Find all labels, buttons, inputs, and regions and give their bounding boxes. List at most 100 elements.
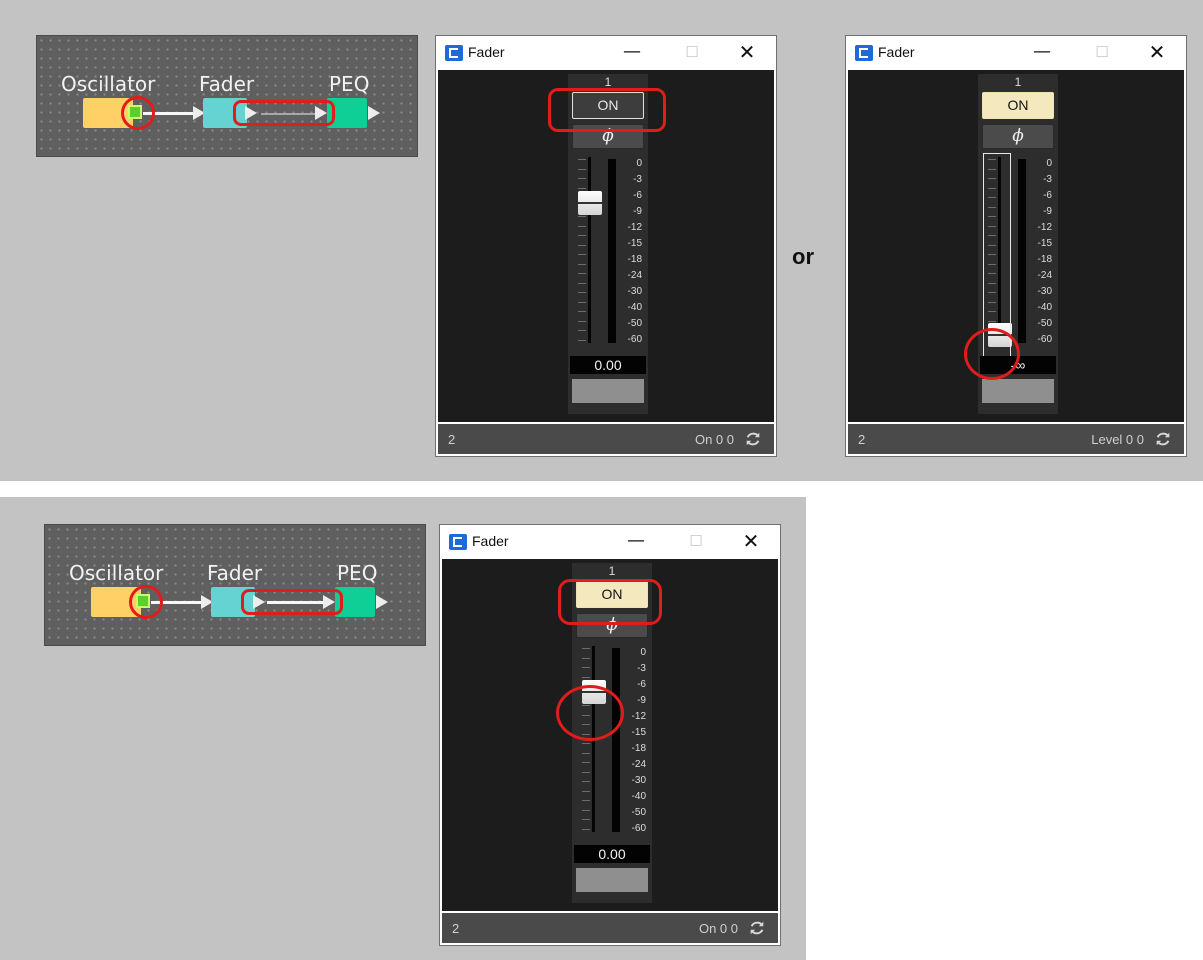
fader-tick bbox=[578, 330, 586, 331]
meter-scale-label: -30 bbox=[1037, 286, 1052, 297]
channel-number: 1 bbox=[1014, 75, 1022, 89]
fader-area: 0 -3 -6 -9 -12 -15 -18 -24 -30 -40 -50 -60 bbox=[574, 642, 650, 842]
meter-scale-label: -15 bbox=[627, 238, 642, 249]
fader-tick bbox=[578, 225, 586, 227]
signal-flow-diagram-top[interactable]: Oscillator Fader PEQ bbox=[36, 35, 418, 157]
meter-scale-label: -40 bbox=[627, 302, 642, 313]
app-logo-icon bbox=[855, 45, 873, 61]
meter-scale-labels: 0 -3 -6 -9 -12 -15 -18 -24 -30 -40 -50 -60 bbox=[616, 159, 646, 345]
meter-scale-label: -3 bbox=[637, 663, 646, 674]
fader-value-field[interactable]: 0.00 bbox=[574, 845, 650, 863]
meter-scale-label: -3 bbox=[1043, 174, 1052, 185]
refresh-icon[interactable] bbox=[748, 919, 766, 937]
meter-scale-label: -18 bbox=[627, 254, 642, 265]
app-logo-icon bbox=[449, 534, 467, 550]
meter-scale-label: -50 bbox=[1037, 318, 1052, 329]
highlight-fader-output-wire bbox=[233, 100, 335, 126]
fader-tick bbox=[578, 244, 586, 246]
fader-tick bbox=[582, 828, 590, 830]
status-bar: 2 Level 0 0 bbox=[848, 424, 1184, 454]
minimize-button[interactable]: — bbox=[1029, 40, 1055, 64]
meter-scale-label: -18 bbox=[631, 743, 646, 754]
meter-scale-label: -9 bbox=[637, 695, 646, 706]
fader-tick bbox=[582, 752, 590, 754]
channel-name-field[interactable] bbox=[572, 379, 644, 403]
title-bar[interactable]: Fader — ☐ ✕ bbox=[440, 525, 780, 559]
meter-scale-label: -40 bbox=[631, 791, 646, 802]
peq-label: PEQ bbox=[337, 561, 378, 585]
meter-scale-label: -6 bbox=[633, 190, 642, 201]
fader-tick bbox=[582, 743, 590, 744]
highlight-oscillator-port bbox=[121, 96, 155, 130]
fader-tick bbox=[582, 648, 590, 649]
status-left-text: 2 bbox=[858, 432, 866, 447]
close-button[interactable]: ✕ bbox=[738, 529, 764, 553]
fader-tick bbox=[578, 254, 586, 255]
fader-knob[interactable] bbox=[578, 191, 602, 215]
meter-scale-label: -12 bbox=[1037, 222, 1052, 233]
maximize-button[interactable]: ☐ bbox=[1089, 40, 1115, 64]
phase-invert-button[interactable]: ϕ bbox=[982, 124, 1054, 149]
refresh-icon[interactable] bbox=[744, 430, 762, 448]
highlight-on-button bbox=[558, 579, 662, 625]
meter-scale-label: -12 bbox=[627, 222, 642, 233]
fader-tick bbox=[578, 263, 586, 265]
maximize-button[interactable]: ☐ bbox=[679, 40, 705, 64]
fader-tick bbox=[582, 657, 590, 659]
fader-tick bbox=[578, 339, 586, 341]
meter-scale-label: 0 bbox=[1046, 158, 1052, 169]
close-button[interactable]: ✕ bbox=[734, 40, 760, 64]
meter-scale-label: -60 bbox=[1037, 334, 1052, 345]
or-separator-text: or bbox=[792, 244, 814, 269]
title-bar[interactable]: Fader — ☐ ✕ bbox=[846, 36, 1186, 70]
fader-tick bbox=[578, 311, 586, 312]
meter-scale-label: -18 bbox=[1037, 254, 1052, 265]
fader-window-3[interactable]: Fader — ☐ ✕ 1 ON ϕ 0 -3 -6 -9 -12 -15 -18 -24 -3… bbox=[439, 524, 781, 946]
oscillator-label: Oscillator bbox=[69, 561, 164, 585]
fader-area: 0 -3 -6 -9 -12 -15 -18 -24 -30 -40 -50 -60 bbox=[980, 153, 1056, 367]
meter-scale-label: -30 bbox=[631, 775, 646, 786]
close-button[interactable]: ✕ bbox=[1144, 40, 1170, 64]
status-right-text: Level 0 0 bbox=[1091, 432, 1144, 447]
meter-scale-label: -60 bbox=[627, 334, 642, 345]
fader-tick bbox=[582, 790, 590, 792]
fader-window-1[interactable]: Fader — ☐ ✕ 1 ON ϕ 0 -3 -6 -9 -12 -15 -18 -24 -3… bbox=[435, 35, 777, 457]
minimize-button[interactable]: — bbox=[619, 40, 645, 64]
refresh-icon[interactable] bbox=[1154, 430, 1172, 448]
meter-scale-label: -3 bbox=[633, 174, 642, 185]
meter-scale-label: -30 bbox=[627, 286, 642, 297]
fader-tick bbox=[578, 178, 586, 179]
meter-scale-label: -9 bbox=[633, 206, 642, 217]
meter-scale-labels: 0 -3 -6 -9 -12 -15 -18 -24 -30 -40 -50 -60 bbox=[1026, 158, 1056, 345]
title-bar[interactable]: Fader — ☐ ✕ bbox=[436, 36, 776, 70]
meter-scale-label: -15 bbox=[631, 727, 646, 738]
highlight-fader-knob bbox=[556, 685, 624, 741]
fader-tick bbox=[578, 235, 586, 236]
meter-scale-label: -60 bbox=[631, 823, 646, 834]
app-logo-icon bbox=[445, 45, 463, 61]
status-bar: 2 On 0 0 bbox=[442, 913, 778, 943]
fader-tick bbox=[578, 282, 586, 284]
meter-scale-label: -50 bbox=[631, 807, 646, 818]
fader-area: 0 -3 -6 -9 -12 -15 -18 -24 -30 -40 -50 -60 bbox=[570, 153, 646, 353]
window-title: Fader bbox=[472, 533, 509, 549]
meter-scale-label: -50 bbox=[627, 318, 642, 329]
maximize-button[interactable]: ☐ bbox=[683, 529, 709, 553]
meter-scale-label: -15 bbox=[1037, 238, 1052, 249]
fader-track[interactable] bbox=[588, 157, 591, 343]
meter-scale-label: -40 bbox=[1037, 302, 1052, 313]
on-button[interactable]: ON bbox=[982, 92, 1054, 119]
fader-value-field[interactable]: 0.00 bbox=[570, 356, 646, 374]
channel-name-field[interactable] bbox=[576, 868, 648, 892]
minimize-button[interactable]: — bbox=[623, 529, 649, 553]
signal-flow-diagram-bottom[interactable]: Oscillator Fader PEQ bbox=[44, 524, 426, 646]
meter-scale-label: 0 bbox=[640, 647, 646, 658]
fader-tick bbox=[578, 320, 586, 322]
fader-label: Fader bbox=[207, 561, 263, 585]
fader-window-2[interactable]: Fader — ☐ ✕ 1 ON ϕ 0 -3 -6 -9 -12 -15 -18 -24 -3… bbox=[845, 35, 1187, 457]
fader-tick bbox=[582, 676, 590, 678]
channel-name-field[interactable] bbox=[982, 379, 1054, 403]
peq-output-arrow-icon bbox=[368, 106, 380, 120]
fader-tick bbox=[578, 292, 586, 293]
fader-tick bbox=[582, 762, 590, 763]
